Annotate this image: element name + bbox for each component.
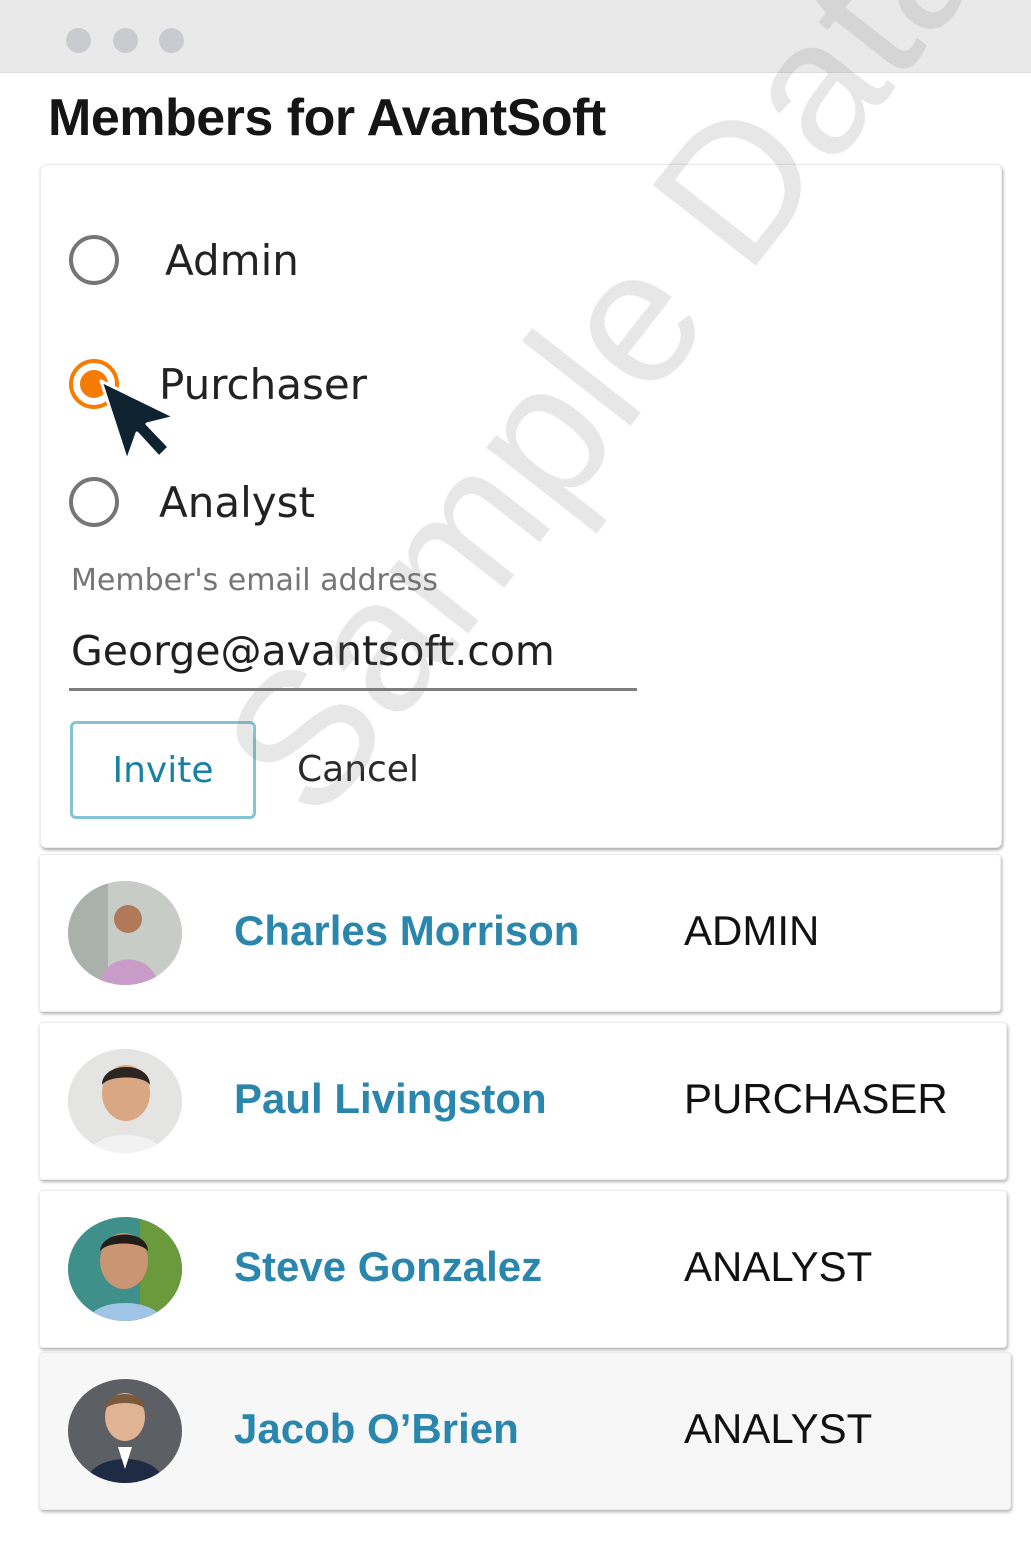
- member-row: Paul Livingston PURCHASER: [39, 1022, 1007, 1180]
- radio-unchecked-icon[interactable]: [69, 477, 119, 527]
- cancel-button[interactable]: Cancel: [285, 729, 431, 809]
- member-name-link[interactable]: Steve Gonzalez: [234, 1243, 542, 1291]
- member-role: ANALYST: [684, 1243, 873, 1290]
- member-role: ADMIN: [684, 907, 820, 954]
- member-name-link[interactable]: Jacob O’Brien: [234, 1405, 519, 1453]
- avatar: [68, 1379, 182, 1483]
- window-dot-icon[interactable]: [113, 28, 138, 53]
- avatar-photo-icon: [68, 881, 182, 985]
- window-dot-icon[interactable]: [159, 28, 184, 53]
- member-name-link[interactable]: Paul Livingston: [234, 1075, 547, 1123]
- avatar-photo-icon: [68, 1379, 182, 1483]
- role-option-label: Admin: [165, 236, 299, 285]
- member-row: Jacob O’Brien ANALYST: [39, 1352, 1011, 1510]
- email-field-label: Member's email address: [71, 563, 438, 598]
- avatar-photo-icon: [68, 1217, 182, 1321]
- member-role: PURCHASER: [684, 1075, 948, 1122]
- member-row: Charles Morrison ADMIN: [39, 854, 1001, 1012]
- window-titlebar: [0, 0, 1031, 73]
- member-role: ANALYST: [684, 1405, 873, 1452]
- avatar: [68, 881, 182, 985]
- avatar: [68, 1217, 182, 1321]
- avatar: [68, 1049, 182, 1153]
- member-row: Steve Gonzalez ANALYST: [39, 1190, 1007, 1348]
- mouse-pointer-icon: [99, 379, 177, 463]
- page-title: Members for AvantSoft: [48, 89, 606, 147]
- email-field[interactable]: [69, 613, 637, 691]
- role-option-label: Purchaser: [159, 360, 367, 409]
- role-option-label: Analyst: [159, 478, 315, 527]
- invite-member-card: Admin Purchaser Analyst Member's email a…: [40, 164, 1002, 848]
- invite-button[interactable]: Invite: [70, 721, 256, 819]
- radio-unchecked-icon[interactable]: [69, 235, 119, 285]
- member-name-link[interactable]: Charles Morrison: [234, 907, 579, 955]
- avatar-photo-icon: [68, 1049, 182, 1153]
- window-dot-icon[interactable]: [66, 28, 91, 53]
